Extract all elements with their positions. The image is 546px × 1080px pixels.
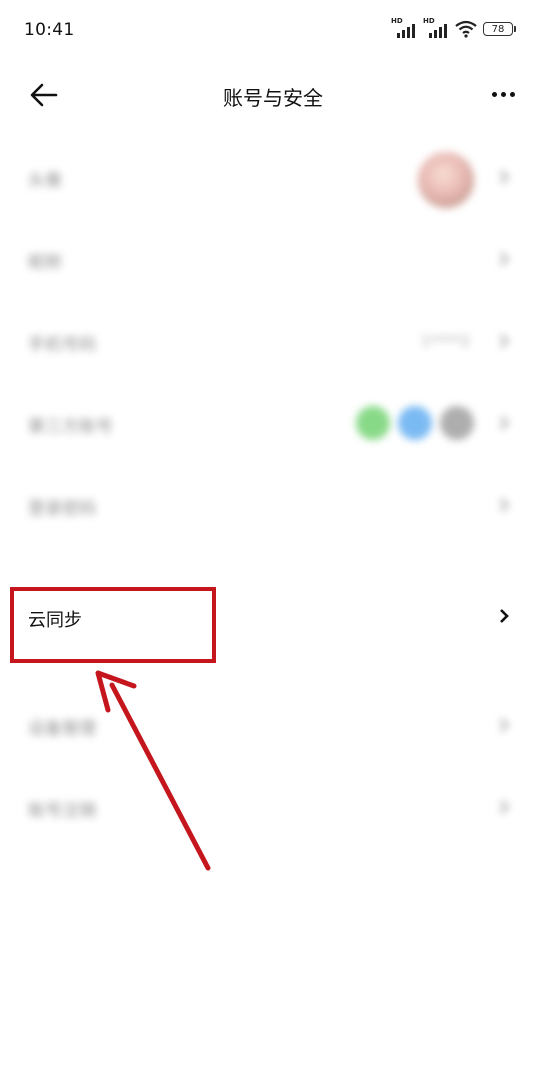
annotation-arrow bbox=[95, 670, 211, 871]
